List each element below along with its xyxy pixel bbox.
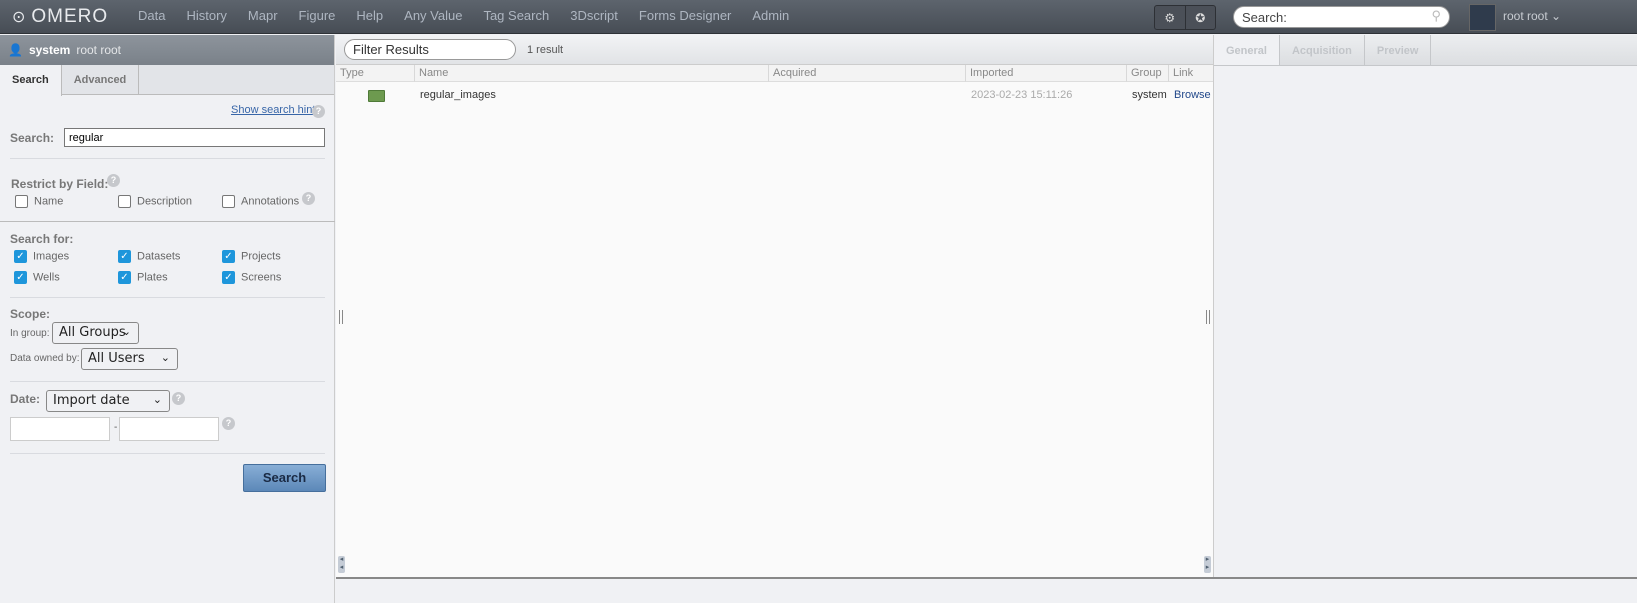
nav-history[interactable]: History [186, 8, 226, 23]
screens-checkbox[interactable]: ✓ Screens [222, 271, 281, 284]
scope-label: Scope: [10, 307, 51, 321]
in-group-select[interactable]: All Groups ⌄ [52, 322, 139, 344]
nav-admin[interactable]: Admin [752, 8, 789, 23]
nav-any-value[interactable]: Any Value [404, 8, 462, 23]
bottom-border [336, 577, 1637, 579]
row-name[interactable]: regular_images [420, 89, 496, 101]
nav-help[interactable]: Help [356, 8, 383, 23]
in-group-label: In group: [10, 328, 50, 339]
col-name[interactable]: Name [415, 65, 769, 82]
omero-logo[interactable]: ⊙ OMERO [12, 6, 108, 28]
collapse-right-icon[interactable]: ▸ ▸ [1204, 556, 1211, 573]
nav-data[interactable]: Data [138, 8, 165, 23]
restrict-annotations-checkbox[interactable]: Annotations [222, 195, 299, 208]
search-label: Search: [10, 131, 55, 145]
row-browse-link[interactable]: Browse [1174, 89, 1211, 101]
top-bar: ⊙ OMERO Data History Mapr Figure Help Any… [0, 0, 1637, 34]
metadata-panel: General Acquisition Preview [1213, 35, 1637, 578]
search-query-input[interactable] [64, 128, 325, 147]
chevron-down-icon: ⌄ [160, 351, 170, 364]
col-type[interactable]: Type [336, 65, 415, 82]
results-panel: Filter Results 1 result Type Name Acquir… [336, 35, 1213, 578]
nav-mapr[interactable]: Mapr [248, 8, 278, 23]
tab-general[interactable]: General [1214, 35, 1280, 65]
owned-by-select[interactable]: All Users ⌄ [81, 348, 178, 370]
group-user-header[interactable]: 👤 system root root [0, 35, 334, 65]
restrict-description-checkbox[interactable]: Description [118, 195, 192, 208]
help-icon[interactable]: ? [312, 105, 325, 118]
date-type-select[interactable]: Import date ⌄ [46, 390, 170, 412]
tab-acquisition[interactable]: Acquisition [1280, 35, 1365, 65]
chevron-down-icon: ⌄ [121, 325, 131, 338]
show-search-hints-link[interactable]: Show search hints [231, 104, 321, 116]
chevron-down-icon: ⌄ [152, 393, 162, 406]
images-checkbox[interactable]: ✓ Images [14, 250, 69, 263]
user-avatar[interactable] [1469, 4, 1496, 31]
row-group: system [1132, 89, 1167, 101]
tab-advanced[interactable]: Advanced [62, 65, 140, 94]
user-icon: 👤 [8, 43, 23, 57]
help-icon[interactable]: ? [172, 392, 185, 405]
plates-checkbox[interactable]: ✓ Plates [118, 271, 168, 284]
tab-search[interactable]: Search [0, 65, 62, 96]
projects-checkbox[interactable]: ✓ Projects [222, 250, 281, 263]
col-acquired[interactable]: Acquired [769, 65, 966, 82]
logo-icon: ⊙ [12, 9, 27, 26]
toolbar-buttons: ⚙ ✪ [1154, 5, 1216, 30]
row-imported: 2023-02-23 15:11:26 [971, 89, 1073, 101]
tab-preview[interactable]: Preview [1365, 35, 1432, 65]
collapse-left-icon[interactable]: ◂ ◂ [338, 556, 345, 573]
left-resize-handle[interactable] [339, 310, 343, 324]
date-to-input[interactable] [119, 417, 219, 441]
result-count: 1 result [527, 44, 564, 56]
global-search-input[interactable]: Search: ⚲ [1233, 6, 1450, 28]
filter-results-input[interactable]: Filter Results [344, 39, 516, 60]
col-group[interactable]: Group [1127, 65, 1169, 82]
search-button[interactable]: Search [243, 464, 326, 492]
nav-figure[interactable]: Figure [299, 8, 336, 23]
nav-tag-search[interactable]: Tag Search [483, 8, 549, 23]
main-nav: Data History Mapr Figure Help Any Value … [138, 8, 810, 23]
folder-icon [368, 90, 385, 102]
search-for-label: Search for: [10, 232, 74, 246]
help-icon[interactable]: ? [107, 174, 120, 187]
datasets-checkbox[interactable]: ✓ Datasets [118, 250, 180, 263]
nav-3dscript[interactable]: 3Dscript [570, 8, 618, 23]
right-resize-handle[interactable] [1206, 310, 1210, 324]
owned-by-label: Data owned by: [10, 353, 80, 364]
date-from-input[interactable] [10, 417, 110, 441]
search-panel: 👤 system root root Search Advanced Show se… [0, 35, 335, 603]
search-icon[interactable]: ⚲ [1431, 8, 1441, 24]
date-label: Date: [10, 392, 41, 406]
col-link[interactable]: Link [1169, 65, 1213, 82]
restrict-label: Restrict by Field: [11, 177, 109, 191]
date-separator: - [114, 422, 118, 433]
restrict-name-checkbox[interactable]: Name [15, 195, 63, 208]
wells-checkbox[interactable]: ✓ Wells [14, 271, 60, 284]
stars-icon[interactable]: ✪ [1186, 6, 1216, 29]
col-imported[interactable]: Imported [966, 65, 1127, 82]
user-menu[interactable]: root root ⌄ [1503, 9, 1561, 23]
help-icon[interactable]: ? [222, 417, 235, 430]
help-icon[interactable]: ? [302, 192, 315, 205]
scripts-gear-icon[interactable]: ⚙ [1155, 6, 1186, 29]
nav-forms-designer[interactable]: Forms Designer [639, 8, 731, 23]
